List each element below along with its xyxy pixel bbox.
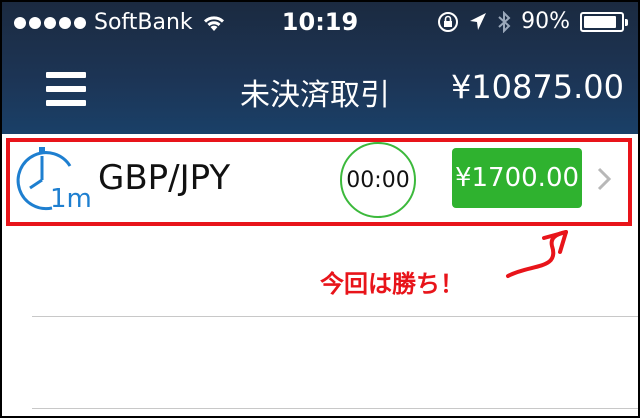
currency-pair: GBP/JPY [98,158,231,198]
nav-bar: 未決済取引 ¥10875.00 [2,46,638,134]
row-divider [32,316,638,317]
row-divider [32,408,638,409]
payout-badge: ¥1700.00 [452,148,582,208]
chevron-right-icon[interactable] [594,166,614,192]
status-bar: SoftBank 10:19 90% [2,2,638,46]
bluetooth-icon [498,10,511,33]
account-balance: ¥10875.00 [450,68,624,106]
rotation-lock-icon [438,11,459,32]
page-title: 未決済取引 [240,78,390,113]
countdown-timer: 00:00 [340,142,416,218]
battery-percent: 90% [521,9,570,34]
timer-duration-label: 1m [50,184,92,214]
app-header: SoftBank 10:19 90% 未決済取引 ¥10875.00 [2,2,638,134]
app-screen: SoftBank 10:19 90% 未決済取引 ¥10875.00 1m GB… [0,0,640,418]
status-right: 90% [437,9,628,34]
trade-row[interactable]: 1m GBP/JPY 00:00 ¥1700.00 [2,134,638,228]
hamburger-menu-icon[interactable] [46,72,86,106]
annotation-arrow-icon [506,230,568,278]
annotation-text: 今回は勝ち！ [320,270,464,298]
battery-level [584,15,617,28]
location-arrow-icon [470,12,487,30]
battery-icon [580,11,628,32]
